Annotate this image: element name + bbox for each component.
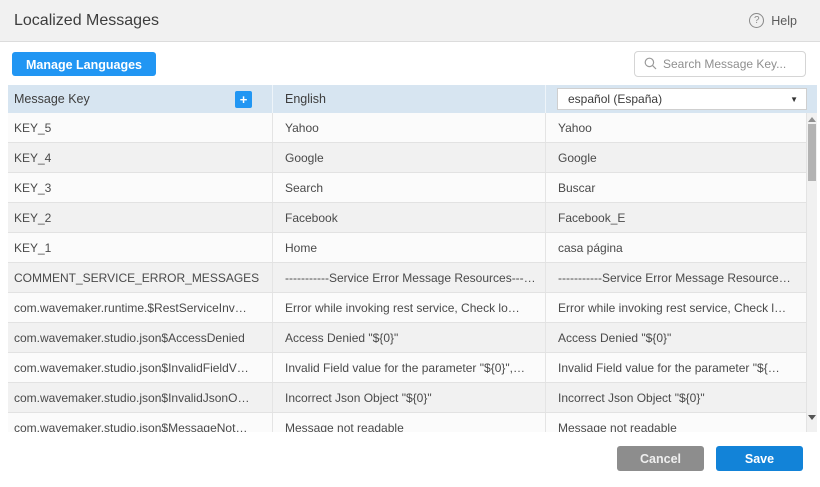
scrollbar-thumb[interactable]	[808, 124, 816, 181]
translation-cell[interactable]: -----------Service Error Message Resourc…	[546, 263, 806, 292]
manage-languages-button[interactable]: Manage Languages	[12, 52, 156, 76]
translation-cell[interactable]: casa página	[546, 233, 806, 262]
message-key-cell[interactable]: KEY_2	[8, 203, 273, 232]
translation-cell[interactable]: Error while invoking rest service, Check…	[546, 293, 806, 322]
save-button[interactable]: Save	[716, 446, 803, 471]
message-key-cell[interactable]: com.wavemaker.studio.json$AccessDenied	[8, 323, 273, 352]
table-row[interactable]: KEY_5 Yahoo Yahoo	[8, 113, 806, 143]
search-box[interactable]	[634, 51, 806, 77]
table-row[interactable]: KEY_3 Search Buscar	[8, 173, 806, 203]
language-select[interactable]: español (España) ▼	[557, 88, 807, 110]
english-cell[interactable]: -----------Service Error Message Resourc…	[273, 263, 546, 292]
toolbar: Manage Languages	[0, 42, 820, 85]
dialog-header: Localized Messages ? Help	[0, 0, 820, 42]
message-key-cell[interactable]: KEY_4	[8, 143, 273, 172]
message-key-cell[interactable]: com.wavemaker.runtime.$RestServiceInv…	[8, 293, 273, 322]
message-key-cell[interactable]: KEY_5	[8, 113, 273, 142]
message-key-cell[interactable]: com.wavemaker.studio.json$MessageNot…	[8, 413, 273, 432]
table-row[interactable]: KEY_2 Facebook Facebook_E	[8, 203, 806, 233]
translation-cell[interactable]: Invalid Field value for the parameter "$…	[546, 353, 806, 382]
table-row[interactable]: com.wavemaker.studio.json$MessageNot… Me…	[8, 413, 806, 432]
table-row[interactable]: KEY_1 Home casa página	[8, 233, 806, 263]
english-cell[interactable]: Invalid Field value for the parameter "$…	[273, 353, 546, 382]
cancel-button[interactable]: Cancel	[617, 446, 704, 471]
column-header-message-key: Message Key +	[8, 85, 273, 113]
message-key-cell[interactable]: com.wavemaker.studio.json$InvalidJsonO…	[8, 383, 273, 412]
table-row[interactable]: com.wavemaker.studio.json$InvalidJsonO… …	[8, 383, 806, 413]
translation-cell[interactable]: Incorrect Json Object "${0}"	[546, 383, 806, 412]
english-header-label: English	[285, 92, 326, 106]
english-cell[interactable]: Message not readable	[273, 413, 546, 432]
english-cell[interactable]: Error while invoking rest service, Check…	[273, 293, 546, 322]
table-body: KEY_5 Yahoo Yahoo KEY_4 Google Google KE…	[8, 113, 806, 432]
page-title: Localized Messages	[14, 12, 159, 30]
message-key-cell[interactable]: COMMENT_SERVICE_ERROR_MESSAGES	[8, 263, 273, 292]
table-row[interactable]: com.wavemaker.studio.json$AccessDenied A…	[8, 323, 806, 353]
message-key-cell[interactable]: KEY_3	[8, 173, 273, 202]
translation-cell[interactable]: Yahoo	[546, 113, 806, 142]
scroll-up-icon[interactable]	[808, 117, 816, 122]
search-icon	[644, 57, 657, 70]
help-label: Help	[771, 14, 797, 28]
message-key-cell[interactable]: KEY_1	[8, 233, 273, 262]
table-row[interactable]: COMMENT_SERVICE_ERROR_MESSAGES ---------…	[8, 263, 806, 293]
translation-cell[interactable]: Message not readable	[546, 413, 806, 432]
language-select-value: español (España)	[568, 92, 790, 106]
vertical-scrollbar[interactable]	[806, 113, 817, 432]
search-input[interactable]	[663, 57, 797, 71]
translation-cell[interactable]: Buscar	[546, 173, 806, 202]
message-key-header-label: Message Key	[14, 92, 90, 106]
english-cell[interactable]: Home	[273, 233, 546, 262]
column-header-language: español (España) ▼	[546, 85, 817, 113]
add-language-button[interactable]: +	[235, 91, 252, 108]
english-cell[interactable]: Search	[273, 173, 546, 202]
column-header-english: English	[273, 85, 546, 113]
english-cell[interactable]: Google	[273, 143, 546, 172]
english-cell[interactable]: Incorrect Json Object "${0}"	[273, 383, 546, 412]
translation-cell[interactable]: Access Denied "${0}"	[546, 323, 806, 352]
translation-cell[interactable]: Facebook_E	[546, 203, 806, 232]
dialog-footer: Cancel Save	[0, 432, 820, 487]
message-key-cell[interactable]: com.wavemaker.studio.json$InvalidFieldV…	[8, 353, 273, 382]
scroll-down-icon[interactable]	[808, 415, 816, 420]
english-cell[interactable]: Access Denied "${0}"	[273, 323, 546, 352]
messages-table: Message Key + English español (España) ▼…	[8, 85, 817, 432]
help-icon: ?	[749, 13, 764, 28]
english-cell[interactable]: Facebook	[273, 203, 546, 232]
table-row[interactable]: KEY_4 Google Google	[8, 143, 806, 173]
table-row[interactable]: com.wavemaker.runtime.$RestServiceInv… E…	[8, 293, 806, 323]
table-body-wrap: KEY_5 Yahoo Yahoo KEY_4 Google Google KE…	[8, 113, 817, 432]
table-header-row: Message Key + English español (España) ▼	[8, 85, 817, 113]
english-cell[interactable]: Yahoo	[273, 113, 546, 142]
caret-down-icon: ▼	[790, 95, 798, 104]
translation-cell[interactable]: Google	[546, 143, 806, 172]
help-link[interactable]: ? Help	[749, 13, 797, 28]
localized-messages-dialog: Localized Messages ? Help Manage Languag…	[0, 0, 820, 487]
table-row[interactable]: com.wavemaker.studio.json$InvalidFieldV……	[8, 353, 806, 383]
